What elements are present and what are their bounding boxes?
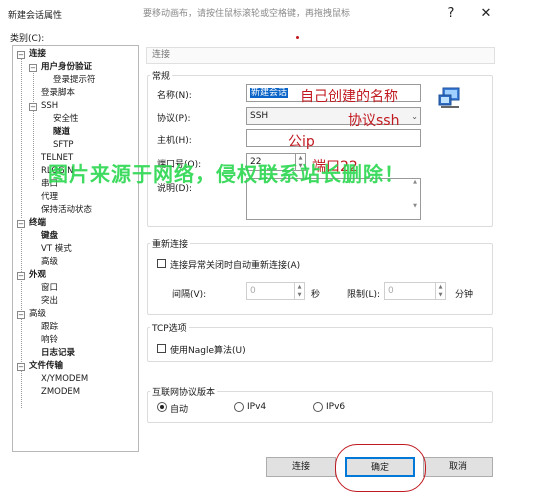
connect-button[interactable]: 连接 (266, 457, 336, 477)
collapse-icon[interactable]: − (17, 363, 25, 371)
tree-item-bell[interactable]: 响铃 (41, 335, 58, 346)
tree-line (33, 70, 34, 180)
tree-item-proxy[interactable]: 代理 (41, 192, 58, 203)
interval-unit: 秒 (311, 290, 321, 300)
radio-ipv6-label: IPv6 (326, 402, 346, 412)
annotation-name: 自己创建的名称 (300, 89, 398, 105)
tree-item-connection[interactable]: 连接 (29, 49, 46, 60)
interval-stepper[interactable]: 0 ▲ ▼ (246, 282, 305, 300)
chevron-down-icon: ⌄ (411, 112, 418, 121)
host-field[interactable] (246, 129, 421, 147)
canvas-hint: 要移动画布，请按住鼠标滚轮或空格键，再拖拽鼠标 (143, 9, 351, 19)
computer-icon (438, 87, 460, 108)
tree-item-security[interactable]: 安全性 (53, 114, 79, 125)
collapse-icon[interactable]: − (17, 51, 25, 59)
tree-item-highlight[interactable]: 突出 (41, 296, 58, 307)
collapse-icon[interactable]: − (29, 64, 37, 72)
tree-item-login-prompt[interactable]: 登录提示符 (53, 75, 96, 86)
tree-item-login-script[interactable]: 登录脚本 (41, 88, 75, 99)
reconnect-group-label: 重新连接 (150, 237, 191, 250)
tree-item-window[interactable]: 窗口 (41, 283, 58, 294)
tree-item-zmodem[interactable]: ZMODEM (41, 387, 80, 398)
collapse-icon[interactable]: − (17, 220, 25, 228)
tree-item-tunnel[interactable]: 隧道 (53, 127, 70, 138)
category-tree[interactable]: − 连接 − 用户身份验证 登录提示符 登录脚本 − SSH 安全性 隧道 SF… (12, 45, 139, 452)
help-button[interactable]: ? (440, 4, 462, 24)
ok-highlight-circle (335, 444, 426, 492)
radio-ipv4-label: IPv4 (247, 402, 267, 412)
general-group-label: 常规 (150, 69, 173, 82)
nagle-checkbox[interactable] (157, 344, 166, 353)
red-dot (296, 36, 299, 39)
name-value: 新建会话 (250, 88, 289, 98)
tree-item-vt-mode[interactable]: VT 模式 (41, 244, 72, 255)
tcp-group-label: TCP选项 (150, 321, 189, 334)
tree-item-advanced[interactable]: 高级 (29, 309, 46, 320)
tree-item-xymodem[interactable]: X/YMODEM (41, 374, 88, 385)
tree-item-ssh[interactable]: SSH (41, 101, 58, 112)
title-bar: 新建会话属性 要移动画布，请按住鼠标滚轮或空格键，再拖拽鼠标 ? ✕ (0, 0, 538, 28)
limit-label: 限制(L): (347, 290, 381, 300)
radio-auto[interactable] (157, 402, 167, 412)
cancel-button[interactable]: 取消 (423, 457, 493, 477)
limit-unit: 分钟 (455, 290, 474, 300)
window-title: 新建会话属性 (8, 11, 63, 21)
spin-icon[interactable]: ▲ ▼ (435, 283, 445, 299)
collapse-icon[interactable]: − (29, 103, 37, 111)
radio-ipv6[interactable] (313, 402, 323, 412)
radio-auto-label: 自动 (170, 405, 189, 415)
category-label: 类别(C): (10, 34, 45, 44)
host-label: 主机(H): (157, 136, 192, 146)
watermark-text: 图片来源于网络，侵权联系站长删除！ (48, 162, 405, 186)
reconnect-checkbox-label: 连接异常关闭时自动重新连接(A) (170, 261, 301, 271)
protocol-value: SSH (250, 111, 269, 121)
scrollbar-icon[interactable]: ▲ ▼ (410, 179, 420, 219)
tree-item-terminal-advanced[interactable]: 高级 (41, 257, 58, 268)
annotation-protocol: 协议ssh (348, 113, 400, 129)
radio-ipv4[interactable] (234, 402, 244, 412)
limit-value: 0 (388, 286, 394, 296)
close-button[interactable]: ✕ (475, 4, 497, 24)
tree-item-terminal[interactable]: 终端 (29, 218, 46, 229)
section-header: 连接 (146, 47, 495, 64)
name-label: 名称(N): (157, 91, 192, 101)
interval-label: 间隔(V): (172, 290, 207, 300)
tree-line (21, 58, 22, 218)
reconnect-checkbox[interactable] (157, 259, 166, 268)
limit-stepper[interactable]: 0 ▲ ▼ (384, 282, 446, 300)
tree-item-appearance[interactable]: 外观 (29, 270, 46, 281)
annotation-host: 公ip (288, 134, 315, 150)
interval-value: 0 (250, 286, 256, 296)
tree-item-keepalive[interactable]: 保持活动状态 (41, 205, 92, 216)
tree-item-keyboard[interactable]: 键盘 (41, 231, 58, 242)
collapse-icon[interactable]: − (17, 311, 25, 319)
ip-version-group-label: 互联网协议版本 (150, 385, 218, 398)
tree-item-sftp[interactable]: SFTP (53, 140, 73, 151)
tree-item-logging[interactable]: 日志记录 (41, 348, 75, 359)
tree-item-file-transfer[interactable]: 文件传输 (29, 361, 63, 372)
spin-icon[interactable]: ▲ ▼ (294, 283, 304, 299)
reconnect-group (147, 243, 493, 315)
tree-item-trace[interactable]: 跟踪 (41, 322, 58, 333)
tree-item-auth[interactable]: 用户身份验证 (41, 62, 92, 73)
protocol-label: 协议(P): (157, 114, 191, 124)
nagle-label: 使用Nagle算法(U) (170, 346, 246, 356)
collapse-icon[interactable]: − (17, 272, 25, 280)
